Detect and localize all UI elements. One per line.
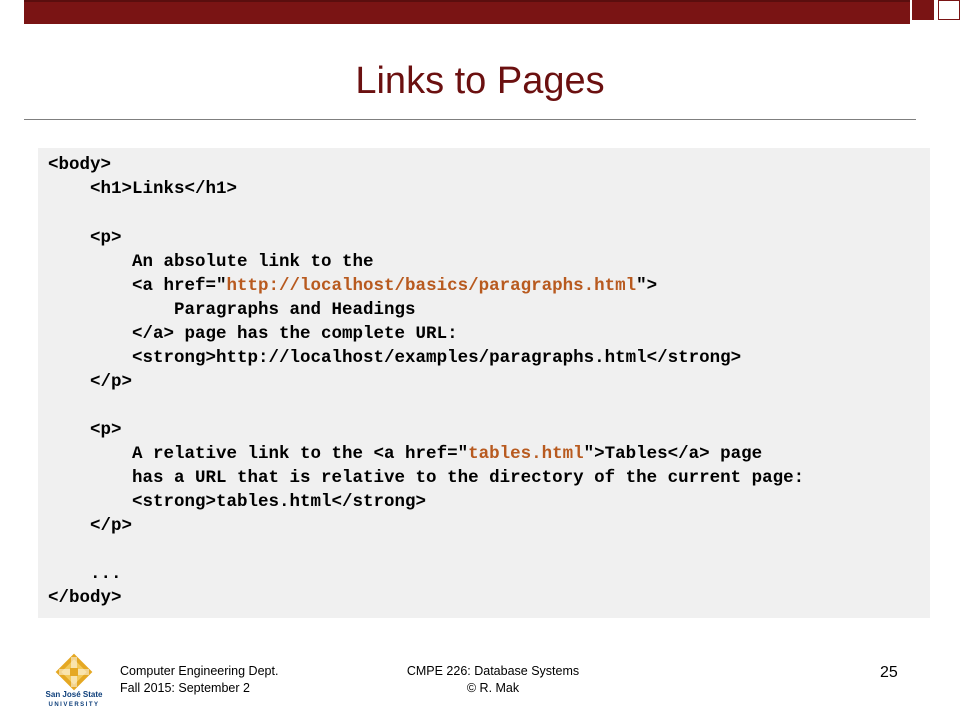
code-line-2: <h1>Links</h1> [48, 179, 238, 199]
footer-date: Fall 2015: September 2 [120, 681, 250, 695]
code-line-7: </a> page has the complete URL: [48, 324, 458, 344]
code-line-10: <p> [48, 420, 122, 440]
footer-dept: Computer Engineering Dept. [120, 664, 279, 678]
top-accent-bar [24, 0, 910, 24]
top-accent-square-outline [938, 0, 960, 20]
code-text: "> [636, 276, 658, 296]
footer-author: © R. Mak [466, 681, 520, 695]
page-number: 25 [880, 664, 898, 681]
code-line-4: An absolute link to the [48, 252, 374, 272]
code-url: http://localhost/basics/paragraphs.html [226, 276, 637, 296]
code-line-11: A relative link to the <a href="tables.h… [48, 442, 762, 466]
logo-text-line1: San José State [46, 690, 103, 699]
code-text: <a href=" [48, 276, 227, 296]
code-line-8: <strong>http://localhost/examples/paragr… [48, 348, 742, 368]
code-text: A relative link to the <a href=" [48, 444, 469, 464]
code-line-15: ... [48, 564, 122, 584]
code-line-1: <body> [48, 155, 112, 175]
code-block [38, 148, 930, 618]
code-url: tables.html [468, 444, 584, 464]
footer-course: CMPE 226: Database Systems [406, 664, 580, 678]
code-line-3: <p> [48, 228, 122, 248]
code-line-16: </body> [48, 588, 122, 608]
title-divider [24, 119, 916, 120]
code-line-5: <a href="http://localhost/basics/paragra… [48, 274, 657, 298]
slide-title: Links to Pages [355, 60, 605, 102]
sjsu-logo-icon: San José State UNIVERSITY [46, 653, 103, 708]
top-accent-square-filled [912, 0, 934, 20]
footer-left: Computer Engineering Dept. Fall 2015: Se… [120, 663, 278, 697]
code-line-13: <strong>tables.html</strong> [48, 492, 427, 512]
code-line-12: has a URL that is relative to the direct… [48, 468, 805, 488]
code-line-6: Paragraphs and Headings [48, 300, 416, 320]
logo-text-line2: UNIVERSITY [48, 702, 99, 708]
footer-center: CMPE 226: Database Systems © R. Mak [380, 663, 606, 697]
code-line-14: </p> [48, 516, 133, 536]
code-line-9: </p> [48, 372, 133, 392]
code-text: ">Tables</a> page [583, 444, 763, 464]
